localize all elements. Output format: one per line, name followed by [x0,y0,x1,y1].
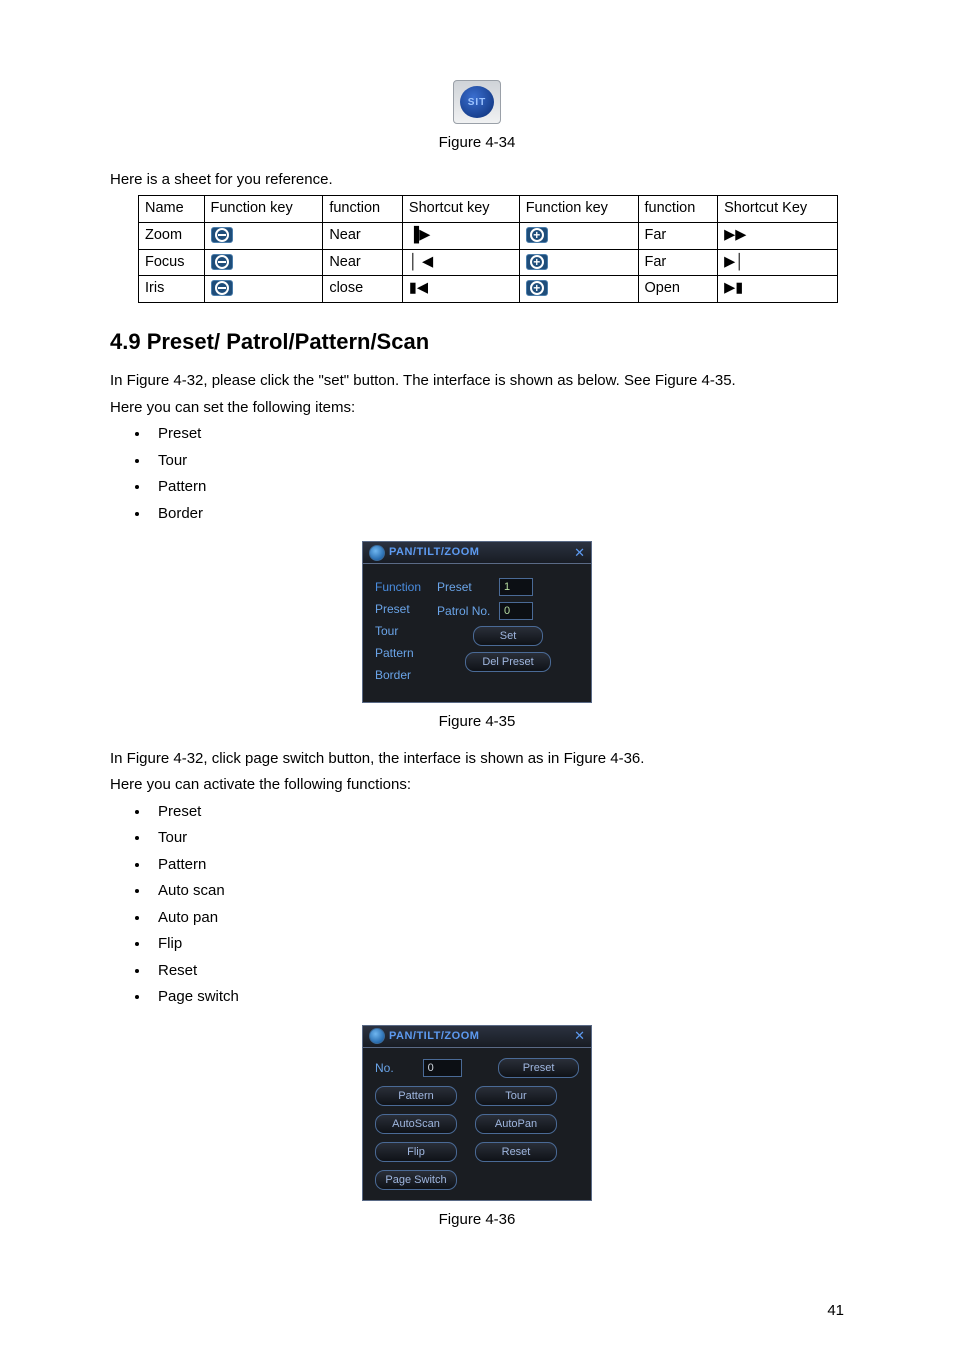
cell-fnkey2 [519,249,638,276]
set-button[interactable]: Set [473,626,543,646]
del-preset-button[interactable]: Del Preset [465,652,551,672]
preset-button[interactable]: Preset [498,1058,579,1078]
ptz-title-text: PAN/TILT/ZOOM [389,1028,479,1045]
cell-fn2: Open [638,276,718,303]
ptz-dialog-switch: PAN/TILT/ZOOM ✕ No. 0 Preset Pattern Tou… [362,1025,592,1201]
reset-button[interactable]: Reset [475,1142,557,1162]
section-heading: 4.9 Preset/ Patrol/Pattern/Scan [110,325,844,358]
cell-fn2: Far [638,222,718,249]
autopan-button[interactable]: AutoPan [475,1114,557,1134]
paragraph-1b: Here you can set the following items: [110,397,844,420]
reference-intro: Here is a sheet for you reference. [110,169,844,192]
cell-fnkey2 [519,222,638,249]
preset-input[interactable]: 1 [499,578,533,596]
cell-sk2: ▶▶ [718,222,838,249]
minus-icon [211,280,233,296]
list-item: Tour [150,827,844,850]
bullet-list-1: Preset Tour Pattern Border [150,423,844,525]
ptz-title-text: PAN/TILT/ZOOM [389,544,479,561]
ptz-dialog-set: PAN/TILT/ZOOM ✕ Function Preset Tour Pat… [362,541,592,703]
figure-34-caption: Figure 4-34 [110,132,844,155]
plus-icon [526,254,548,270]
cell-fn1: Near [323,249,403,276]
list-item: Auto scan [150,880,844,903]
plus-icon [526,227,548,243]
cell-sk1: ▮◀ [402,276,519,303]
minus-icon [211,254,233,270]
cell-sk2: ▶▮ [718,276,838,303]
th-fnkey2: Function key [519,196,638,223]
tour-button[interactable]: Tour [475,1086,557,1106]
table-row: Zoom Near ▐▶ Far ▶▶ [139,222,838,249]
reference-table: Name Function key function Shortcut key … [138,195,838,303]
autoscan-button[interactable]: AutoScan [375,1114,457,1134]
th-sk1: Shortcut key [402,196,519,223]
no-label: No. [375,1059,405,1077]
ptz-function-item-tour[interactable]: Tour [375,622,421,640]
minus-icon [211,227,233,243]
list-item: Pattern [150,476,844,499]
list-item: Preset [150,423,844,446]
figure-35-caption: Figure 4-35 [110,711,844,734]
list-item: Reset [150,960,844,983]
patrol-no-input[interactable]: 0 [499,602,533,620]
page-number: 41 [827,1300,844,1323]
no-input[interactable]: 0 [423,1059,463,1077]
ptz-function-item-preset[interactable]: Preset [375,600,421,618]
th-fn1: function [323,196,403,223]
cell-fnkey2 [519,276,638,303]
cell-fn2: Far [638,249,718,276]
page-switch-button[interactable]: Page Switch [375,1170,457,1190]
figure-36-caption: Figure 4-36 [110,1209,844,1232]
ptz-logo-icon [369,545,385,561]
paragraph-1a: In Figure 4-32, please click the "set" b… [110,370,844,393]
cell-fn1: Near [323,222,403,249]
bullet-list-2: Preset Tour Pattern Auto scan Auto pan F… [150,801,844,1009]
cell-fnkey1 [204,249,323,276]
th-sk2: Shortcut Key [718,196,838,223]
table-row: Iris close ▮◀ Open ▶▮ [139,276,838,303]
table-header-row: Name Function key function Shortcut key … [139,196,838,223]
table-row: Focus Near │ ◀ Far ▶│ [139,249,838,276]
th-fn2: function [638,196,718,223]
plus-icon [526,280,548,296]
paragraph-2b: Here you can activate the following func… [110,774,844,797]
list-item: Page switch [150,986,844,1009]
ptz-titlebar: PAN/TILT/ZOOM ✕ [363,542,591,564]
ptz-logo-icon [369,1028,385,1044]
sit-icon-label: SIT [460,86,494,118]
flip-button[interactable]: Flip [375,1142,457,1162]
ptz-titlebar: PAN/TILT/ZOOM ✕ [363,1026,591,1048]
ptz-function-item-pattern[interactable]: Pattern [375,644,421,662]
cell-sk1: │ ◀ [402,249,519,276]
list-item: Preset [150,801,844,824]
pattern-button[interactable]: Pattern [375,1086,457,1106]
th-fnkey1: Function key [204,196,323,223]
cell-fnkey1 [204,222,323,249]
ptz-function-list: Function Preset Tour Pattern Border [375,578,421,684]
cell-sk1: ▐▶ [402,222,519,249]
list-item: Tour [150,450,844,473]
paragraph-2a: In Figure 4-32, click page switch button… [110,748,844,771]
cell-name: Focus [139,249,205,276]
th-name: Name [139,196,205,223]
sit-icon: SIT [453,80,501,124]
cell-name: Iris [139,276,205,303]
list-item: Flip [150,933,844,956]
list-item: Border [150,503,844,526]
list-item: Pattern [150,854,844,877]
cell-fn1: close [323,276,403,303]
ptz-function-header: Function [375,578,421,596]
close-icon[interactable]: ✕ [574,1026,585,1046]
list-item: Auto pan [150,907,844,930]
ptz-function-item-border[interactable]: Border [375,666,421,684]
cell-fnkey1 [204,276,323,303]
cell-sk2: ▶│ [718,249,838,276]
cell-name: Zoom [139,222,205,249]
patrol-no-label: Patrol No. [437,602,493,620]
preset-label: Preset [437,578,493,596]
close-icon[interactable]: ✕ [574,543,585,563]
